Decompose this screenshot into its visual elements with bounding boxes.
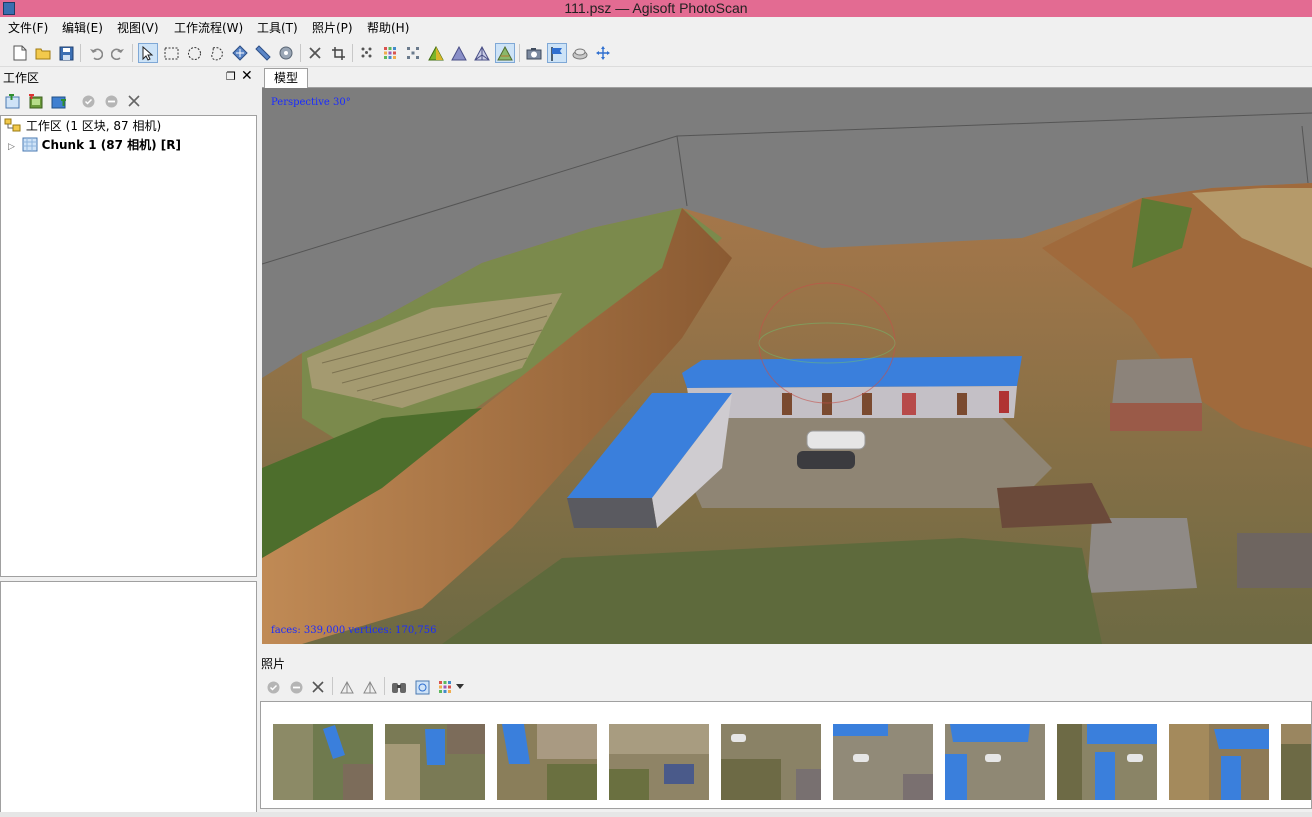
free-select-icon[interactable] <box>207 43 227 63</box>
reference-panel <box>0 581 257 813</box>
menu-workflow[interactable]: 工作流程(W) <box>172 17 245 40</box>
region-icon[interactable] <box>570 43 590 63</box>
open-icon[interactable] <box>33 43 53 63</box>
photo-thumbnail[interactable] <box>1057 724 1157 800</box>
workspace-title: 工作区 <box>3 71 40 85</box>
dense-cloud-icon[interactable] <box>380 43 400 63</box>
tree-chunk[interactable]: ▷ Chunk 1 (87 相机) [R] <box>8 136 181 154</box>
disable-icon[interactable] <box>101 91 121 111</box>
cameras-icon[interactable] <box>524 43 544 63</box>
photos-title: 照片 <box>261 657 286 671</box>
enable-icon[interactable] <box>78 91 98 111</box>
photos-strip <box>260 701 1312 809</box>
projection-label: Perspective 30° <box>271 97 351 108</box>
binoculars-icon[interactable] <box>389 677 409 697</box>
tab-model[interactable]: 模型 <box>264 68 308 89</box>
redo-icon[interactable] <box>108 43 128 63</box>
model-tabbar: 模型 <box>262 67 1312 89</box>
close-icon[interactable]: ✕ <box>241 68 253 84</box>
model-render <box>262 112 1312 644</box>
rotate-left-icon[interactable] <box>337 677 357 697</box>
workspace-tree: 工作区 (1 区块, 87 相机) ▷ Chunk 1 (87 相机) [R] <box>0 115 257 577</box>
bottom-tab-strip <box>0 812 1312 817</box>
tree-root[interactable]: 工作区 (1 区块, 87 相机) <box>4 117 161 135</box>
menu-tools[interactable]: 工具(T) <box>255 17 300 40</box>
view-mode-icon[interactable] <box>435 677 455 697</box>
photos-panel: 照片 <box>258 653 1312 817</box>
undo-icon[interactable] <box>86 43 106 63</box>
main-toolbar <box>0 40 1312 67</box>
photo-thumbnail[interactable] <box>609 724 709 800</box>
photo-thumbnail[interactable] <box>497 724 597 800</box>
rotate-right-icon[interactable] <box>360 677 380 697</box>
expand-arrow-icon[interactable]: ▷ <box>8 138 18 156</box>
photos-header: 照片 <box>258 653 1312 673</box>
textured-model-icon[interactable] <box>495 43 515 63</box>
float-icon[interactable]: ❐ <box>226 70 236 83</box>
window-title: 111.psz — Agisoft PhotoScan <box>564 0 748 16</box>
workspace-toolbar <box>0 87 258 115</box>
photo-thumbnail[interactable] <box>721 724 821 800</box>
menu-bar: 文件(F) 编辑(E) 视图(V) 工作流程(W) 工具(T) 照片(P) 帮助… <box>0 17 1312 40</box>
model-stats-label: faces: 339,000 vertices: 170,756 <box>271 625 437 636</box>
menu-help[interactable]: 帮助(H) <box>365 17 411 40</box>
workspace-panel: 工作区 ❐ ✕ 工作区 (1 区块, 87 相机) ▷ Chunk 1 (87 … <box>0 67 258 817</box>
remove-camera-icon[interactable] <box>308 677 328 697</box>
workspace-header: 工作区 ❐ ✕ <box>0 67 258 87</box>
new-icon[interactable] <box>10 43 30 63</box>
title-bar: 111.psz — Agisoft PhotoScan <box>0 0 1312 17</box>
point-cloud-icon[interactable] <box>357 43 377 63</box>
disable-camera-icon[interactable] <box>286 677 306 697</box>
chevron-down-icon[interactable] <box>454 677 466 697</box>
delete-icon[interactable] <box>305 43 325 63</box>
workspace-icon <box>4 118 21 132</box>
reset-view-icon[interactable] <box>412 677 432 697</box>
tree-root-label: 工作区 (1 区块, 87 相机) <box>25 119 162 133</box>
solid-model-icon[interactable] <box>449 43 469 63</box>
remove-icon[interactable] <box>124 91 144 111</box>
add-folder-icon[interactable] <box>49 91 69 111</box>
photo-thumbnail[interactable] <box>1281 724 1311 800</box>
photo-thumbnail[interactable] <box>385 724 485 800</box>
model-viewport[interactable]: Perspective 30° faces: 339,000 vertices:… <box>262 88 1312 644</box>
rotate-region-icon[interactable] <box>276 43 296 63</box>
photo-thumbnail[interactable] <box>945 724 1045 800</box>
select-icon[interactable] <box>138 43 158 63</box>
navigation-icon[interactable] <box>593 43 613 63</box>
chunk-icon <box>22 137 38 152</box>
move-region-icon[interactable] <box>230 43 250 63</box>
menu-file[interactable]: 文件(F) <box>6 17 50 40</box>
add-chunk-icon[interactable] <box>3 91 23 111</box>
photo-thumbnail[interactable] <box>1169 724 1269 800</box>
resize-region-icon[interactable] <box>253 43 273 63</box>
rect-select-icon[interactable] <box>161 43 181 63</box>
dense-color-icon[interactable] <box>403 43 423 63</box>
markers-icon[interactable] <box>547 43 567 63</box>
enable-camera-icon[interactable] <box>263 677 283 697</box>
menu-view[interactable]: 视图(V) <box>115 17 161 40</box>
menu-edit[interactable]: 编辑(E) <box>60 17 105 40</box>
add-photos-icon[interactable] <box>26 91 46 111</box>
wireframe-model-icon[interactable] <box>472 43 492 63</box>
photos-toolbar <box>258 673 1312 700</box>
tree-chunk-label: Chunk 1 (87 相机) [R] <box>41 138 182 152</box>
shaded-model-icon[interactable] <box>426 43 446 63</box>
circle-select-icon[interactable] <box>184 43 204 63</box>
crop-icon[interactable] <box>328 43 348 63</box>
photo-thumbnail[interactable] <box>273 724 373 800</box>
photo-thumbnail[interactable] <box>833 724 933 800</box>
menu-photos[interactable]: 照片(P) <box>310 17 355 40</box>
save-icon[interactable] <box>56 43 76 63</box>
